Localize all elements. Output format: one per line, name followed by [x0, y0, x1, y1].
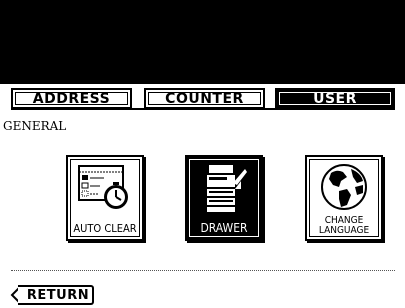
globe-icon	[321, 164, 367, 210]
change-language-label: CHANGE LANGUAGE	[309, 216, 379, 236]
drawer-label: DRAWER	[200, 221, 248, 235]
tab-counter[interactable]: COUNTER	[144, 88, 265, 108]
change-language-line2: LANGUAGE	[318, 225, 370, 236]
top-status-bar	[0, 0, 405, 84]
change-language-button[interactable]: CHANGE LANGUAGE	[305, 155, 383, 241]
drawer-button[interactable]: DRAWER	[185, 155, 263, 241]
footer-divider	[11, 270, 395, 271]
auto-clear-label: AUTO CLEAR	[73, 222, 137, 235]
tab-user[interactable]: USER	[275, 88, 395, 108]
tab-divider	[11, 108, 395, 110]
auto-clear-button[interactable]: AUTO CLEAR	[66, 155, 144, 241]
auto-clear-timer-icon	[78, 165, 128, 209]
copier-drawer-icon	[207, 165, 247, 212]
return-button[interactable]: RETURN	[18, 285, 94, 305]
section-label: GENERAL	[3, 119, 67, 133]
tab-address[interactable]: ADDRESS	[11, 88, 132, 108]
